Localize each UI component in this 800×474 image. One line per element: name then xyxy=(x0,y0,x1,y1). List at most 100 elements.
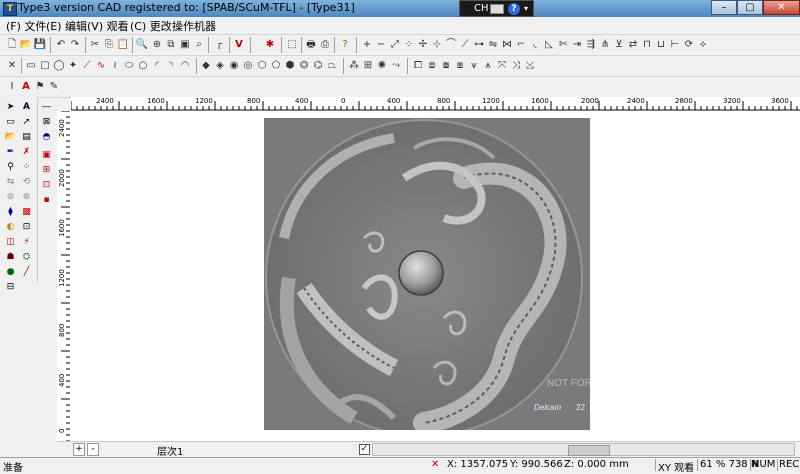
node-smooth-icon[interactable]: ⁘ xyxy=(402,38,416,52)
keyboard-icon[interactable] xyxy=(490,4,504,14)
rounded-rect-icon[interactable]: ▢ xyxy=(38,59,52,73)
node-chamfer-icon[interactable]: ◺ xyxy=(542,38,556,52)
shape-2-icon[interactable]: ◈ xyxy=(213,59,227,73)
shape-4-icon[interactable]: ◎ xyxy=(241,59,255,73)
node-trim-icon[interactable]: ✄ xyxy=(556,38,570,52)
close-shape-icon[interactable]: ✕ xyxy=(5,59,19,73)
circle-icon[interactable]: ○ xyxy=(136,59,150,73)
drawing-canvas[interactable]: NOT FOR Delcam 22 xyxy=(71,111,800,441)
shape-8-icon[interactable]: ⏣ xyxy=(297,59,311,73)
undo-icon[interactable]: ↶ xyxy=(54,38,68,52)
node-delete-icon[interactable]: − xyxy=(374,38,388,52)
transform-2-icon[interactable]: ⧈ xyxy=(425,59,439,73)
shape-7-icon[interactable]: ⬢ xyxy=(283,59,297,73)
maximize-button[interactable]: ▢ xyxy=(737,0,763,15)
trace-tool-icon[interactable]: ⊡ xyxy=(20,221,33,234)
cut-icon[interactable]: ✂ xyxy=(88,38,102,52)
scale-tool-icon[interactable]: ⊚ xyxy=(4,191,17,204)
sphere-tool-icon[interactable]: ● xyxy=(4,266,17,279)
menu-file[interactable]: (F) 文件 xyxy=(6,18,46,34)
transform-6-icon[interactable]: ⩚ xyxy=(481,59,495,73)
transform-9-icon[interactable]: ⤩ xyxy=(523,59,537,73)
toolpath-tool-icon[interactable]: ⛭ xyxy=(20,251,33,264)
node-tangent-icon[interactable]: ⇋ xyxy=(486,38,500,52)
zoom-previous-icon[interactable]: ⌕ xyxy=(192,38,206,52)
text-flag-icon[interactable]: ⚑ xyxy=(33,80,47,94)
node-weld-icon[interactable]: ⊻ xyxy=(612,38,626,52)
select-arrow-icon[interactable]: ➤ xyxy=(4,101,17,114)
help-query-icon[interactable]: ? xyxy=(338,38,352,52)
arc-icon[interactable]: ◝ xyxy=(164,59,178,73)
shape-6-icon[interactable]: ⬠ xyxy=(269,59,283,73)
zoom-window-icon[interactable]: ⧉ xyxy=(164,38,178,52)
node-close-icon[interactable]: ⊓ xyxy=(640,38,654,52)
node-line-icon[interactable]: ⟋ xyxy=(458,38,472,52)
polyline-icon[interactable]: ⟋ xyxy=(80,59,94,73)
rectangle-icon[interactable]: ▭ xyxy=(24,59,38,73)
snap-line-icon[interactable]: ― xyxy=(40,101,53,114)
language-label[interactable]: CH xyxy=(474,3,489,14)
node-direction-icon[interactable]: ⟳ xyxy=(682,38,696,52)
arc-center-icon[interactable]: ◠ xyxy=(178,59,192,73)
transform-8-icon[interactable]: ⤨ xyxy=(509,59,523,73)
snap-box-icon[interactable]: ▣ xyxy=(40,149,53,162)
star-icon[interactable]: ✦ xyxy=(66,59,80,73)
menu-edit[interactable]: (E) 编辑 xyxy=(46,18,87,34)
measure-tool-icon[interactable]: ⚲ xyxy=(4,161,17,174)
zoom-icon[interactable]: 🔍 xyxy=(135,38,149,52)
text-cursor-icon[interactable]: I xyxy=(5,80,19,94)
menu-modify[interactable]: (C) 更改 xyxy=(130,18,172,34)
node-split-icon[interactable]: ⋔ xyxy=(598,38,612,52)
scrollbar-thumb[interactable] xyxy=(568,445,610,456)
sweep-tool-icon[interactable]: ╱ xyxy=(20,266,33,279)
path-array-icon[interactable]: ⤳ xyxy=(389,59,403,73)
redo-icon[interactable]: ↷ xyxy=(68,38,82,52)
measure-icon[interactable]: ✱ xyxy=(263,38,277,52)
menu-view[interactable]: (V) 观看 xyxy=(87,18,129,34)
node-mirror-icon[interactable]: ⋈ xyxy=(500,38,514,52)
transform-1-icon[interactable]: ⧠ xyxy=(411,59,425,73)
node-align-icon[interactable]: ⊶ xyxy=(472,38,486,52)
language-bar[interactable]: CH ? ▾ xyxy=(459,0,534,17)
distort-tool-icon[interactable]: ⊛ xyxy=(20,191,33,204)
rect-select-icon[interactable]: ▭ xyxy=(4,116,17,129)
machine-tool-icon[interactable]: ⊟ xyxy=(4,281,17,294)
transform-7-icon[interactable]: ⤧ xyxy=(495,59,509,73)
point-tool-icon[interactable]: ⁘ xyxy=(20,161,33,174)
relief-image[interactable]: NOT FOR Delcam 22 xyxy=(264,118,590,430)
inlay-tool-icon[interactable]: ⚡ xyxy=(20,236,33,249)
node-extend-icon[interactable]: ⇥ xyxy=(570,38,584,52)
horizontal-scrollbar[interactable] xyxy=(372,443,795,456)
layer-icon[interactable]: ⬚ xyxy=(285,38,299,52)
node-break-icon[interactable]: ✢ xyxy=(416,38,430,52)
text-tool-icon[interactable]: A xyxy=(20,101,33,114)
node-offset-icon[interactable]: ⇶ xyxy=(584,38,598,52)
node-fillet-icon[interactable]: ◟ xyxy=(528,38,542,52)
snap-arc-icon[interactable]: ◓ xyxy=(40,131,53,144)
layer-visible-checkbox[interactable]: ✓ xyxy=(359,444,370,455)
open-tool-icon[interactable]: 📂 xyxy=(4,131,17,144)
oval-icon[interactable]: ⬭ xyxy=(122,59,136,73)
text-edit-icon[interactable]: ✎ xyxy=(47,80,61,94)
snap-end-icon[interactable]: ▪ xyxy=(40,194,53,207)
minimize-button[interactable]: – xyxy=(711,0,737,15)
open-folder-icon[interactable]: 📂 xyxy=(19,38,33,52)
zoom-extents-icon[interactable]: ▣ xyxy=(178,38,192,52)
node-curve-icon[interactable]: ⌒ xyxy=(444,38,458,52)
node-start-icon[interactable]: ⊢ xyxy=(668,38,682,52)
text-a-icon[interactable]: A xyxy=(19,80,33,94)
mirror-tool-icon[interactable]: ⇆ xyxy=(4,176,17,189)
radial-array-icon[interactable]: ✺ xyxy=(375,59,389,73)
fill-tool-icon[interactable]: ▩ xyxy=(20,206,33,219)
node-move-icon[interactable]: ⤢ xyxy=(388,38,402,52)
node-add-icon[interactable]: + xyxy=(360,38,374,52)
print-preview-icon[interactable]: ⎙ xyxy=(318,38,332,52)
shape-10-icon[interactable]: ⏢ xyxy=(325,59,339,73)
offset-tool-icon[interactable]: ⧫ xyxy=(4,206,17,219)
add-layer-button[interactable]: + xyxy=(73,443,85,456)
vector-icon[interactable]: V xyxy=(232,38,246,52)
layer-tab[interactable]: 层次1 xyxy=(157,443,183,458)
node-select-icon[interactable]: ➚ xyxy=(20,116,33,129)
shape-9-icon[interactable]: ⌬ xyxy=(311,59,325,73)
new-file-icon[interactable]: 🗋 xyxy=(5,38,19,52)
